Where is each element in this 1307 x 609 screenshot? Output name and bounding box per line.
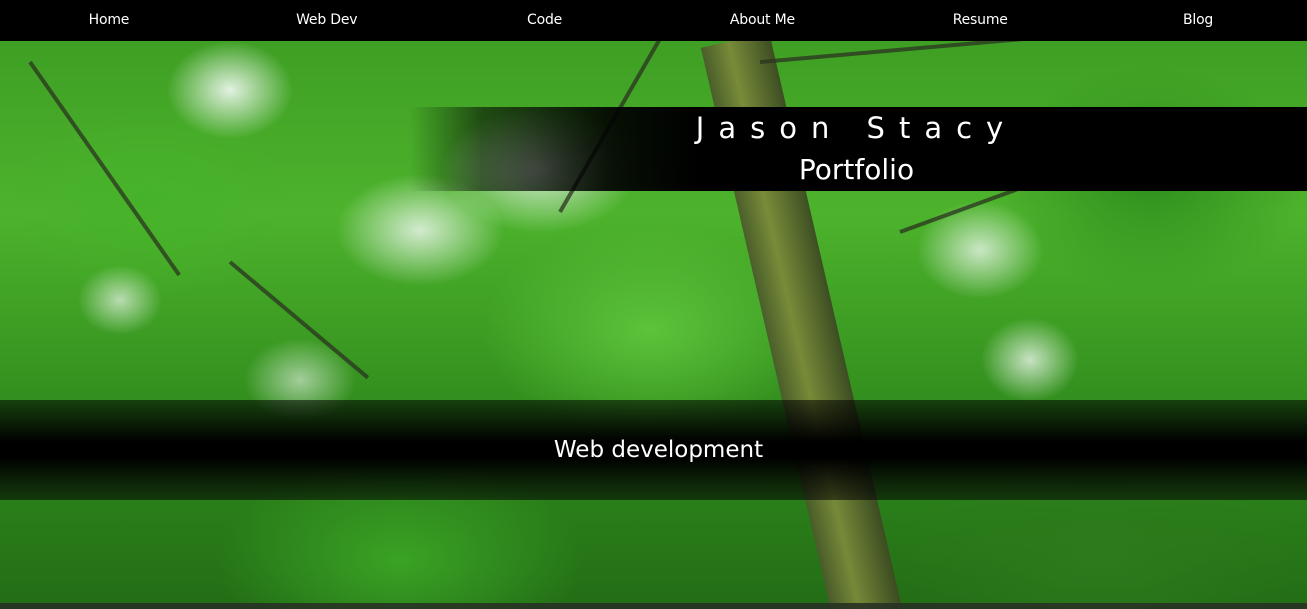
nav-item-web-dev[interactable]: Web Dev xyxy=(218,0,436,41)
site-subtitle: Portfolio xyxy=(798,153,915,186)
site-owner-name: Jason Stacy xyxy=(695,111,1018,145)
nav-item-resume[interactable]: Resume xyxy=(871,0,1089,41)
nav-item-home[interactable]: Home xyxy=(0,0,218,41)
forest-background-image xyxy=(0,0,1307,609)
portfolio-page: Home Web Dev Code About Me Resume Blog J… xyxy=(0,0,1307,609)
nav-item-blog[interactable]: Blog xyxy=(1089,0,1307,41)
bottom-divider xyxy=(0,603,1307,609)
top-nav: Home Web Dev Code About Me Resume Blog xyxy=(0,0,1307,41)
nav-item-code[interactable]: Code xyxy=(436,0,654,41)
nav-item-about-me[interactable]: About Me xyxy=(653,0,871,41)
section-heading: Web development xyxy=(553,437,764,463)
